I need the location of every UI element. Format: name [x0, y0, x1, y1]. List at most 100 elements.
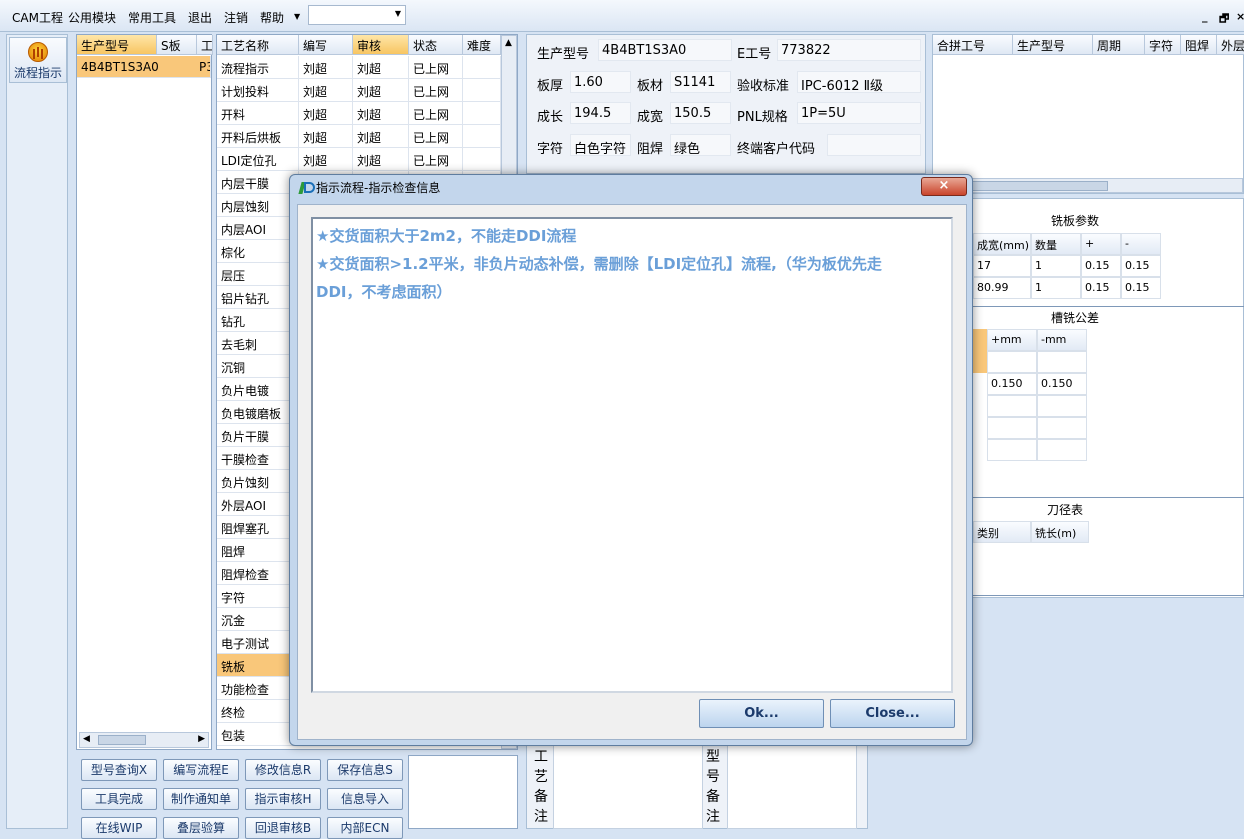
slot-cell[interactable]	[1037, 439, 1087, 461]
material-field[interactable]: S1141	[670, 71, 731, 93]
process-name-cell[interactable]: 阻焊检查	[217, 562, 299, 585]
mill-cell[interactable]: 1	[1031, 255, 1081, 277]
menu-common-module[interactable]: 公用模块	[68, 9, 116, 26]
action-button[interactable]: 保存信息S	[327, 759, 403, 781]
action-button[interactable]: 叠层验算	[163, 817, 239, 839]
process-name-cell[interactable]: 终检	[217, 700, 299, 723]
process-remark-input[interactable]	[553, 745, 703, 829]
col-header-worker[interactable]: 工	[197, 35, 213, 55]
ok-button[interactable]: Ok...	[699, 699, 824, 728]
process-name-cell[interactable]: 干膜检查	[217, 447, 299, 470]
mill-cell[interactable]: 0.15	[1121, 255, 1161, 277]
table-cell[interactable]: 已上网	[409, 102, 463, 125]
solder-mask-field[interactable]: 绿色	[670, 134, 731, 157]
slot-cell[interactable]	[1037, 417, 1087, 439]
process-name-cell[interactable]: 字符	[217, 585, 299, 608]
slot-cell[interactable]: 0.150	[1037, 373, 1087, 395]
table-cell[interactable]: 刘超	[299, 56, 353, 79]
table-cell[interactable]: 刘超	[353, 56, 409, 79]
process-name-cell[interactable]: 内层蚀刻	[217, 194, 299, 217]
menu-tools[interactable]: 常用工具	[128, 9, 176, 26]
process-name-cell[interactable]: 外层AOI	[217, 493, 299, 516]
dialog-close-icon[interactable]: ×	[921, 177, 967, 196]
message-textbox[interactable]: ★交货面积大于2m2，不能走DDI流程 ★交货面积>1.2平米，非负片动态补偿，…	[311, 217, 953, 693]
table-cell[interactable]	[463, 102, 501, 125]
mill-cell[interactable]: 0.15	[1081, 277, 1121, 299]
col-header-cycle[interactable]: 周期	[1093, 35, 1145, 55]
merge-horizontal-scrollbar[interactable]	[933, 178, 1243, 193]
menu-help[interactable]: 帮助	[260, 9, 284, 26]
scroll-thumb[interactable]	[98, 735, 146, 745]
menu-help-dropdown-icon[interactable]: ▼	[294, 12, 300, 21]
process-name-cell[interactable]: 电子测试	[217, 631, 299, 654]
action-button[interactable]: 工具完成	[81, 788, 157, 810]
menu-cam[interactable]: CAM工程	[12, 9, 63, 26]
mill-cell[interactable]: 0.15	[1081, 255, 1121, 277]
e-number-field[interactable]: 773822	[777, 39, 921, 61]
action-button[interactable]: 指示审核H	[245, 788, 321, 810]
table-cell[interactable]: 刘超	[353, 102, 409, 125]
mill-cell[interactable]: 0.15	[1121, 277, 1161, 299]
table-cell[interactable]: 已上网	[409, 56, 463, 79]
action-button[interactable]: 制作通知单	[163, 788, 239, 810]
horizontal-scrollbar[interactable]: ◀ ▶	[79, 732, 209, 748]
action-button[interactable]: 修改信息R	[245, 759, 321, 781]
toolbar-combo[interactable]: ▼	[308, 5, 406, 25]
scroll-right-icon[interactable]: ▶	[198, 734, 205, 744]
table-cell[interactable]: 刘超	[299, 102, 353, 125]
action-button[interactable]: 在线WIP	[81, 817, 157, 839]
table-cell[interactable]	[463, 125, 501, 148]
process-name-cell[interactable]: 包装	[217, 723, 299, 746]
process-name-cell[interactable]: 阻焊塞孔	[217, 516, 299, 539]
action-button[interactable]: 编写流程E	[163, 759, 239, 781]
process-name-cell[interactable]: 铝片钻孔	[217, 286, 299, 309]
col-header-merge-no[interactable]: 合拼工号	[933, 35, 1013, 55]
process-name-cell[interactable]: 负片电镀	[217, 378, 299, 401]
action-button[interactable]: 型号查询X	[81, 759, 157, 781]
col-header-status[interactable]: 状态	[409, 35, 463, 55]
process-name-cell[interactable]: 钻孔	[217, 309, 299, 332]
col-header-merge-product[interactable]: 生产型号	[1013, 35, 1093, 55]
table-cell[interactable]	[463, 79, 501, 102]
character-field[interactable]: 白色字符	[570, 134, 631, 157]
process-name-cell[interactable]: 内层AOI	[217, 217, 299, 240]
customer-code-field[interactable]	[827, 134, 921, 156]
process-name-cell[interactable]: 开料后烘板	[217, 125, 299, 148]
thickness-field[interactable]: 1.60	[570, 71, 631, 93]
scroll-thumb[interactable]	[954, 181, 1108, 191]
process-name-cell[interactable]: 流程指示	[217, 56, 299, 79]
process-name-cell[interactable]: 沉金	[217, 608, 299, 631]
col-header-writer[interactable]: 编写	[299, 35, 353, 55]
model-remark-input[interactable]	[727, 745, 857, 829]
table-cell[interactable]: 刘超	[353, 148, 409, 171]
table-cell[interactable]: 刘超	[299, 79, 353, 102]
col-header-outer[interactable]: 外层	[1217, 35, 1244, 55]
slot-cell[interactable]	[987, 417, 1037, 439]
slot-cell[interactable]	[987, 395, 1037, 417]
process-name-cell[interactable]: 负片蚀刻	[217, 470, 299, 493]
col-header-s-board[interactable]: S板	[157, 35, 197, 55]
process-name-cell[interactable]: 功能检查	[217, 677, 299, 700]
table-cell[interactable]: 已上网	[409, 125, 463, 148]
pnl-field[interactable]: 1P=5U	[797, 102, 921, 124]
width-field[interactable]: 150.5	[670, 102, 731, 124]
scroll-up-icon[interactable]: ▲	[505, 38, 512, 48]
table-cell[interactable]: 已上网	[409, 79, 463, 102]
col-header-product[interactable]: 生产型号	[77, 35, 157, 55]
process-name-cell[interactable]: 层压	[217, 263, 299, 286]
process-name-cell[interactable]: 棕化	[217, 240, 299, 263]
col-header-review[interactable]: 审核	[353, 35, 409, 55]
standard-field[interactable]: IPC-6012 Ⅱ级	[797, 71, 921, 94]
slot-cell[interactable]	[1037, 351, 1087, 373]
mill-cell[interactable]: 1	[1031, 277, 1081, 299]
slot-cell[interactable]: 0.150	[987, 373, 1037, 395]
process-name-cell[interactable]: 负电镀磨板	[217, 401, 299, 424]
table-cell[interactable]: 已上网	[409, 148, 463, 171]
process-name-cell[interactable]: LDI定位孔	[217, 148, 299, 171]
process-name-cell[interactable]: 阻焊	[217, 539, 299, 562]
menu-logout[interactable]: 注销	[224, 9, 248, 26]
action-button[interactable]: 回退审核B	[245, 817, 321, 839]
process-name-cell[interactable]: 去毛刺	[217, 332, 299, 355]
menu-exit[interactable]: 退出	[188, 9, 212, 26]
process-name-cell[interactable]: 沉铜	[217, 355, 299, 378]
